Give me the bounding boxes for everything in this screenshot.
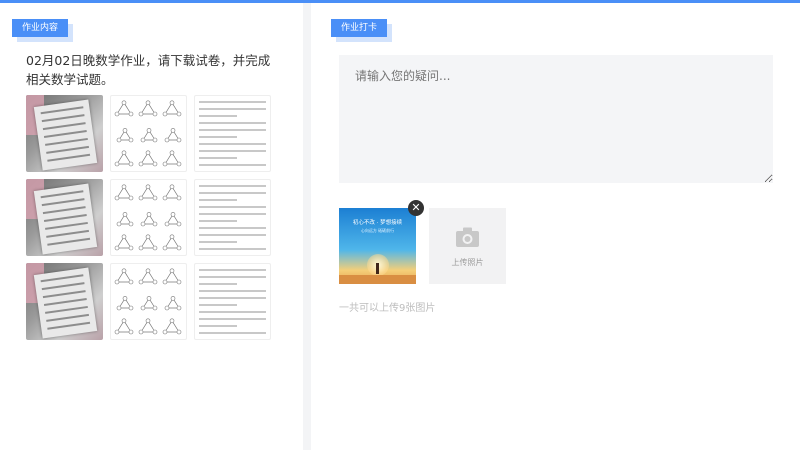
homework-content-tag: 作业内容 (12, 19, 69, 37)
homework-checkin-panel: 作业打卡 初心不改 · 梦想接续 心向远方 砥砺前行 ✕ 上传照片 一共可以上传… (311, 3, 800, 450)
upload-photo-button[interactable]: 上传照片 (429, 208, 506, 284)
uploaded-image-title: 初心不改 · 梦想接续 (352, 220, 403, 226)
uploaded-image[interactable]: 初心不改 · 梦想接续 心向远方 砥砺前行 (339, 208, 416, 284)
worksheet-photo-thumbnail[interactable] (26, 179, 103, 256)
person-graphic (376, 263, 379, 274)
remove-image-close-icon[interactable]: ✕ (408, 200, 424, 216)
text-sheet-thumbnail[interactable] (194, 179, 271, 256)
homework-checkin-tag: 作业打卡 (331, 19, 388, 37)
attachment-row (26, 95, 274, 172)
triangle-diagram-thumbnail[interactable] (110, 179, 187, 256)
worksheet-photo-thumbnail[interactable] (26, 95, 103, 172)
text-sheet-thumbnail[interactable] (194, 95, 271, 172)
attachment-row (26, 263, 274, 340)
triangle-diagram-thumbnail[interactable] (110, 95, 187, 172)
attachment-grid (26, 95, 274, 347)
worksheet-photo-thumbnail[interactable] (26, 263, 103, 340)
attachment-row (26, 179, 274, 256)
upload-limit-hint: 一共可以上传9张图片 (339, 303, 436, 314)
uploaded-image-subtitle: 心向远方 砥砺前行 (360, 228, 395, 233)
triangle-diagram-thumbnail[interactable] (110, 263, 187, 340)
question-input[interactable] (339, 55, 773, 183)
ground-graphic (339, 275, 416, 284)
camera-icon (456, 227, 479, 247)
text-sheet-thumbnail[interactable] (194, 263, 271, 340)
homework-description: 02月02日晚数学作业，请下载试卷，并完成相关数学试题。 (26, 53, 271, 87)
homework-content-panel: 作业内容 02月02日晚数学作业，请下载试卷，并完成相关数学试题。 (0, 3, 303, 450)
upload-photo-label: 上传照片 (451, 258, 484, 267)
